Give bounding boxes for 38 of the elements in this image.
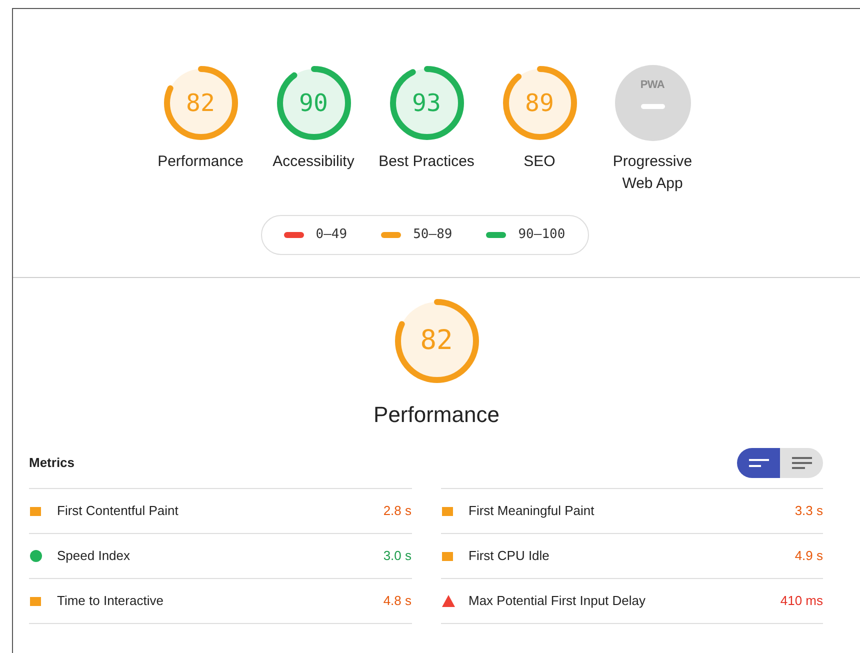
- list-icon: [792, 456, 812, 470]
- view-toggle-button[interactable]: [780, 448, 823, 478]
- metric-name: Time to Interactive: [57, 592, 164, 610]
- dash-icon: [640, 104, 664, 108]
- score-value: 93: [412, 88, 441, 119]
- metric-value: 410 ms: [780, 592, 823, 610]
- score-value: 82: [420, 324, 453, 358]
- metric-name: First Contentful Paint: [57, 502, 180, 520]
- average-square-icon: [30, 506, 41, 516]
- score-value: 89: [525, 88, 554, 119]
- metric-name: First Meaningful Paint: [468, 502, 596, 520]
- score-value: 90: [299, 88, 328, 119]
- pwa-label: PWA: [640, 78, 665, 93]
- metric-value: 4.8 s: [383, 592, 412, 610]
- fail-triangle-icon: [442, 595, 454, 607]
- score-value: 82: [186, 88, 215, 119]
- category-label: Best Practices: [378, 152, 474, 172]
- metric-name: Speed Index: [57, 547, 132, 566]
- metrics-heading: Metrics: [29, 454, 75, 472]
- legend-range: 50–89: [413, 226, 452, 244]
- metric-name: Max Potential First Input Delay: [468, 592, 647, 610]
- section-title: Performance: [374, 401, 500, 429]
- legend-range: 0–49: [316, 226, 348, 244]
- metric-value: 4.9 s: [794, 547, 823, 566]
- view-toggle-button[interactable]: [737, 448, 780, 478]
- category-label: Progressive Web App: [612, 152, 694, 194]
- metric-value: 3.3 s: [794, 502, 823, 520]
- category-label: Performance: [156, 152, 244, 172]
- compact-list-icon: [748, 459, 768, 467]
- metric-name: First CPU Idle: [468, 547, 550, 566]
- metric-value: 2.8 s: [383, 502, 412, 520]
- category-label: SEO: [522, 152, 556, 172]
- average-square-icon: [30, 596, 41, 606]
- legend-range: 90–100: [518, 226, 566, 244]
- category-label: Accessibility: [272, 152, 356, 172]
- average-square-icon: [442, 552, 452, 560]
- metric-value: 3.0 s: [383, 547, 412, 566]
- average-square-icon: [442, 506, 452, 516]
